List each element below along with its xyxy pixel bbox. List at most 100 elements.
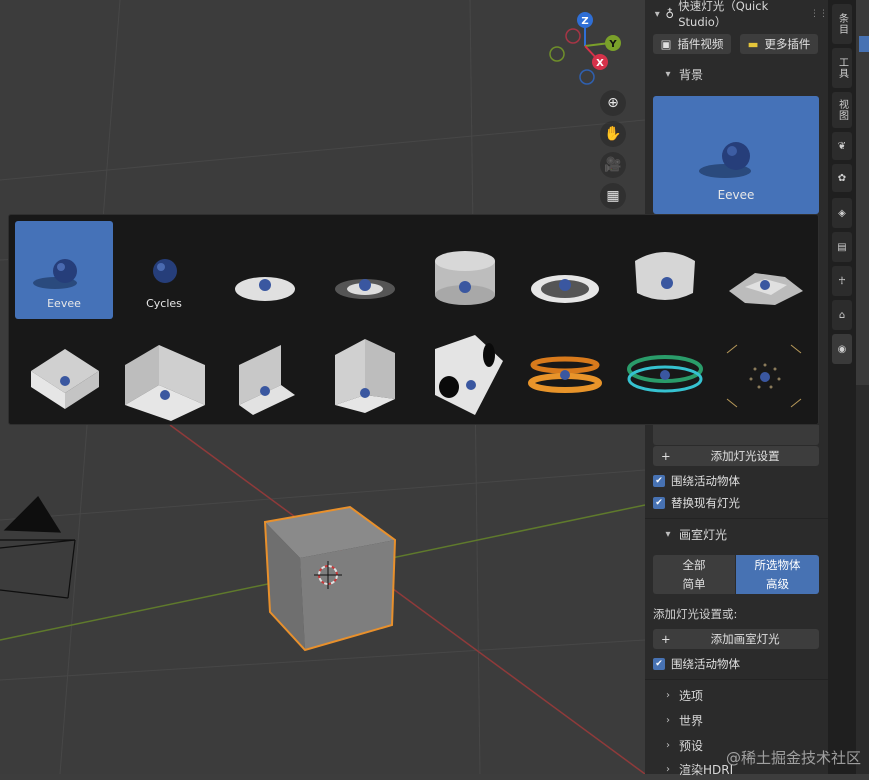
svg-text:Y: Y — [608, 39, 617, 50]
film-icon: ▣ — [660, 37, 672, 51]
shapes-icon[interactable]: ◈ — [832, 198, 852, 228]
chevron-right-icon: › — [666, 689, 670, 701]
navigation-gizmo[interactable]: Z Y X — [545, 10, 625, 90]
chevron-down-icon: ▾ — [665, 68, 671, 80]
tab-view-label: 视图 — [836, 99, 848, 121]
chevron-right-icon: › — [666, 714, 670, 726]
zoom-icon[interactable]: ⊕ — [600, 90, 626, 116]
preset-thumb-eevee[interactable]: Eevee — [15, 221, 113, 319]
mode-simple-label: 简单 — [682, 577, 706, 591]
tab-tool[interactable]: 工具 — [832, 48, 852, 88]
tab-item-label: 条目 — [836, 13, 848, 35]
tab-tool-label: 工具 — [836, 57, 848, 79]
preset-thumb-disc[interactable] — [215, 221, 313, 319]
preset-thumb-fire[interactable] — [515, 325, 613, 423]
studio-light-section-header[interactable]: ▾ 画室灯光 — [645, 523, 828, 545]
properties-editor-edge — [856, 0, 869, 774]
options-section-header[interactable]: › 选项 — [645, 684, 828, 706]
preset-thumb-contrast[interactable] — [415, 325, 513, 423]
preset-thumb-softbox[interactable] — [115, 325, 213, 423]
pan-hand-icon[interactable]: ✋ — [600, 121, 626, 147]
softbox-preview-icon — [125, 345, 205, 421]
panel-header[interactable]: ▾ ♁ 快速灯光（Quick Studio） ⋮⋮ — [645, 0, 828, 29]
grid-icon[interactable]: ▤ — [832, 232, 852, 262]
around-active-checkbox-2[interactable]: ✔ 围绕活动物体 — [653, 656, 740, 672]
drag-handle-icon[interactable]: ⋮⋮ — [810, 9, 828, 19]
tag-icon[interactable]: ⌂ — [832, 300, 852, 330]
camera-view-icon[interactable]: 🎥 — [600, 152, 626, 178]
checkmark-icon: ✔ — [653, 658, 665, 670]
more-plugins-button[interactable]: ▬ 更多插件 — [740, 34, 818, 54]
add-light-setup-button[interactable]: + 添加灯光设置 — [653, 446, 819, 466]
preset-label: Eevee — [47, 297, 81, 310]
add-studio-light-button[interactable]: + 添加画室灯光 — [653, 629, 819, 649]
svg-text:Z: Z — [581, 16, 588, 27]
background-preview-label: Eevee — [717, 188, 755, 202]
chevron-down-icon: ▾ — [665, 528, 671, 540]
room-preview-icon — [31, 349, 99, 409]
preset-thumb-room[interactable] — [15, 325, 113, 423]
mode-simple-button[interactable]: 简单 — [653, 574, 735, 594]
plugin-video-button[interactable]: ▣ 插件视频 — [653, 34, 731, 54]
person-icon[interactable]: ☥ — [832, 266, 852, 296]
preset-section-label: 预设 — [679, 738, 704, 753]
bowl-preview-icon — [635, 252, 695, 300]
plus-icon: + — [661, 632, 671, 646]
cylinder-preview-icon — [435, 251, 495, 305]
mode-selected-label: 所选物体 — [754, 558, 801, 572]
preset-thumb-cylinder[interactable] — [415, 221, 513, 319]
ortho-grid-icon[interactable]: ▦ — [600, 183, 626, 209]
replace-lights-checkbox[interactable]: ✔ 替换现有灯光 — [653, 495, 740, 511]
preset-thumb-cycles[interactable]: Cycles — [115, 221, 213, 319]
add-studio-light-label: 添加画室灯光 — [710, 632, 780, 646]
around-active-checkbox[interactable]: ✔ 围绕活动物体 — [653, 473, 740, 489]
mode-advanced-button[interactable]: 高级 — [736, 574, 819, 594]
divider — [645, 518, 828, 519]
preset-thumb-panel[interactable] — [215, 325, 313, 423]
background-preview[interactable]: Eevee — [653, 96, 819, 214]
checkmark-icon: ✔ — [653, 475, 665, 487]
preset-thumb-glow[interactable] — [315, 221, 413, 319]
mode-advanced-label: 高级 — [766, 577, 789, 591]
preset-thumb-dots[interactable] — [715, 325, 813, 423]
box-icon: ▬ — [747, 37, 759, 51]
tab-view[interactable]: 视图 — [832, 92, 852, 128]
preset-label: Cycles — [146, 297, 182, 310]
tab-item[interactable]: 条目 — [832, 4, 852, 44]
options-section-label: 选项 — [679, 688, 704, 703]
preset-thumb-corner[interactable] — [315, 325, 413, 423]
preset-thumb-bowl[interactable] — [615, 221, 713, 319]
mode-selected-button[interactable]: 所选物体 — [736, 555, 819, 575]
around-active-label-2: 围绕活动物体 — [671, 657, 740, 671]
preset-thumb-ring[interactable] — [515, 221, 613, 319]
preview-bottom-edge — [653, 425, 819, 445]
replace-lights-label: 替换现有灯光 — [671, 496, 740, 510]
mode-all-button[interactable]: 全部 — [653, 555, 735, 575]
chevron-right-icon: › — [666, 739, 670, 751]
preset-thumb-neon[interactable] — [615, 325, 713, 423]
background-section-header[interactable]: ▾ 背景 — [645, 63, 828, 85]
watermark: @稀土掘金技术社区 — [725, 749, 861, 767]
chevron-right-icon: › — [666, 763, 670, 775]
disc-preview-icon — [235, 277, 295, 301]
panel-preview-icon — [239, 345, 295, 415]
foil-preview-icon — [729, 273, 803, 305]
world-section-header[interactable]: › 世界 — [645, 709, 828, 731]
contrast-preview-icon — [435, 335, 503, 415]
eye-icon[interactable]: ◉ — [832, 334, 852, 364]
neon-preview-icon — [627, 355, 703, 393]
ring-preview-icon — [531, 275, 599, 303]
background-section-label: 背景 — [679, 67, 704, 82]
svg-text:X: X — [596, 58, 604, 69]
checkmark-icon: ✔ — [653, 497, 665, 509]
leaf-icon[interactable]: ❦ — [832, 132, 852, 160]
sidebar-tabs: 条目 工具 视图 ❦ ✿ ◈ ▤ ☥ ⌂ ◉ — [828, 0, 856, 774]
plus-icon: + — [661, 449, 671, 463]
active-strip-marker — [859, 36, 869, 52]
properties-lower — [856, 385, 869, 774]
puzzle-icon[interactable]: ✿ — [832, 164, 852, 192]
x-axis-line — [169, 424, 646, 774]
preset-thumb-foil[interactable] — [715, 221, 813, 319]
glow-preview-icon — [335, 279, 395, 299]
mode-all-label: 全部 — [682, 558, 706, 572]
